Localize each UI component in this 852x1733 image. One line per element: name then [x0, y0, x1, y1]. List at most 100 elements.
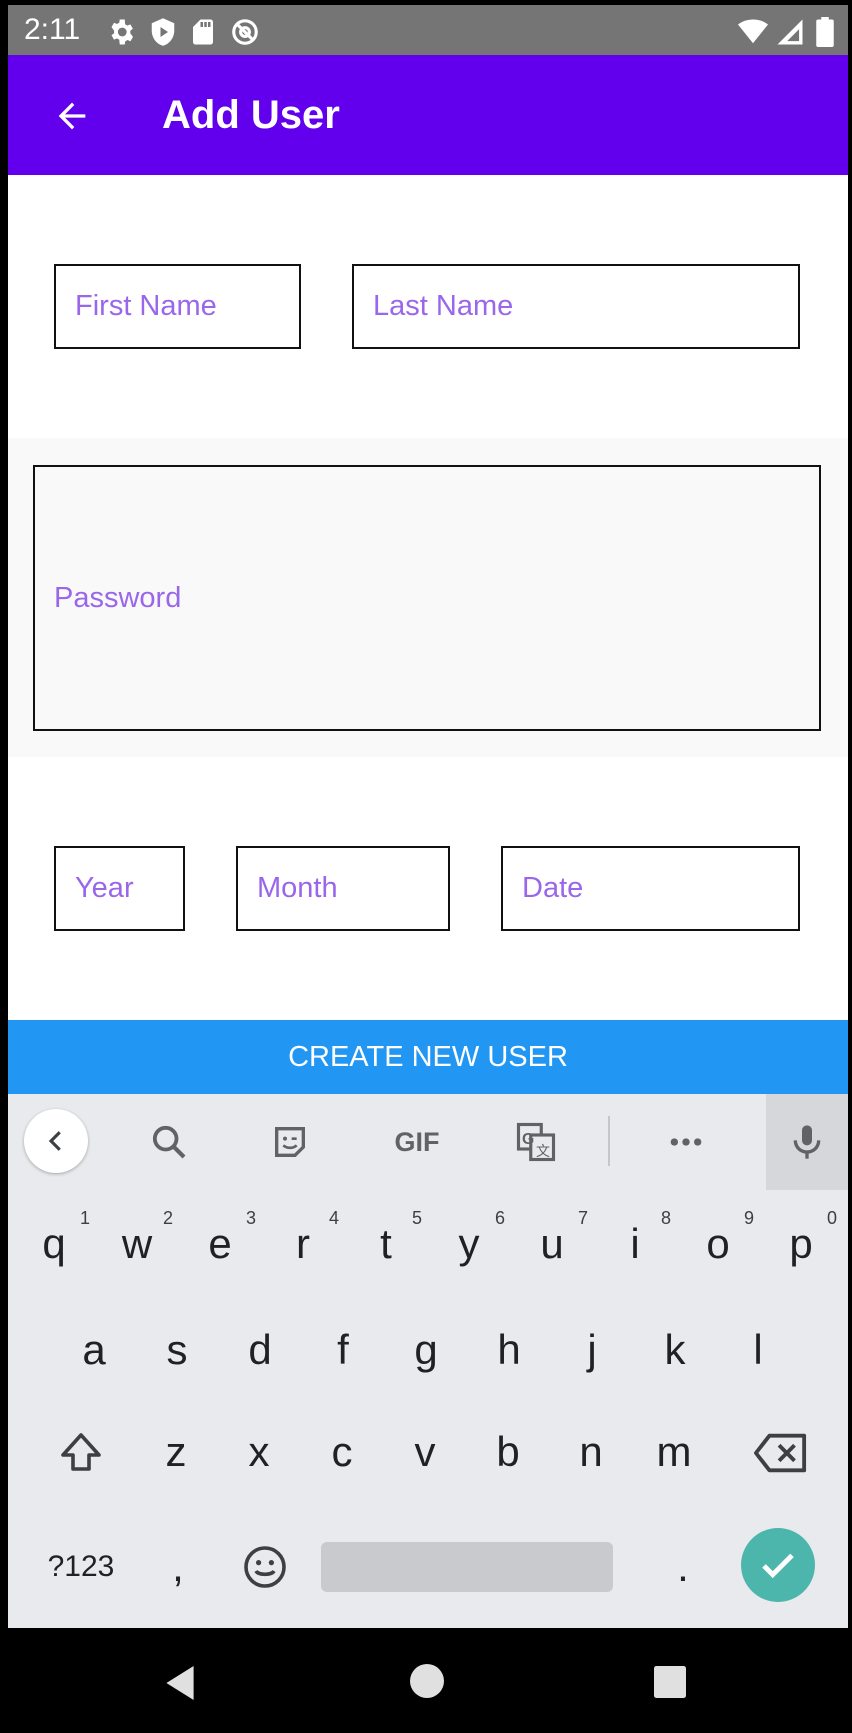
enter-key[interactable]: [741, 1528, 815, 1602]
key-q[interactable]: q1: [12, 1204, 96, 1284]
page-title: Add User: [162, 93, 340, 137]
key-hint: 8: [660, 1208, 671, 1228]
key-z[interactable]: z: [134, 1412, 218, 1492]
key-w[interactable]: w2: [95, 1204, 179, 1284]
year-input[interactable]: [56, 848, 183, 929]
first-name-input[interactable]: [56, 266, 299, 347]
create-new-user-button[interactable]: CREATE NEW USER: [8, 1020, 848, 1094]
key-label: e: [208, 1220, 232, 1267]
back-button[interactable]: [46, 91, 102, 141]
date-field[interactable]: [501, 846, 800, 931]
translate-button[interactable]: G 文: [512, 1118, 560, 1166]
svg-text:文: 文: [536, 1143, 550, 1159]
backspace-icon: [754, 1433, 807, 1473]
translate-icon: G 文: [516, 1122, 556, 1162]
key-p[interactable]: p0: [759, 1204, 843, 1284]
key-l[interactable]: l: [716, 1310, 800, 1390]
signal-icon: [777, 19, 803, 45]
nav-home-icon[interactable]: [410, 1664, 444, 1698]
key-label: w: [121, 1220, 153, 1267]
battery-icon: [816, 17, 834, 47]
key-t[interactable]: t5: [344, 1204, 428, 1284]
navigation-bar: [8, 1628, 848, 1733]
key-label: i: [630, 1220, 640, 1267]
key-g[interactable]: g: [384, 1310, 468, 1390]
key-y[interactable]: y6: [427, 1204, 511, 1284]
more-options-button[interactable]: [662, 1118, 710, 1166]
collapse-toolbar-button[interactable]: [24, 1109, 88, 1173]
key-j[interactable]: j: [550, 1310, 634, 1390]
sticker-button[interactable]: [266, 1118, 314, 1166]
shift-icon: [61, 1433, 101, 1471]
key-a[interactable]: a: [52, 1310, 136, 1390]
first-name-field[interactable]: [54, 264, 301, 349]
date-input[interactable]: [503, 848, 798, 929]
key-v[interactable]: v: [383, 1412, 467, 1492]
password-input[interactable]: [35, 467, 819, 729]
key-label: q: [42, 1220, 66, 1267]
toolbar-divider: [608, 1116, 610, 1166]
key-x[interactable]: x: [217, 1412, 301, 1492]
key-d[interactable]: d: [218, 1310, 302, 1390]
search-button[interactable]: [145, 1118, 193, 1166]
screen-border-right: [848, 0, 852, 1733]
key-hint: 0: [826, 1208, 837, 1228]
sticker-icon: [275, 1127, 305, 1157]
key-i[interactable]: i8: [593, 1204, 677, 1284]
key-hint: 1: [79, 1208, 90, 1228]
key-hint: 7: [577, 1208, 588, 1228]
last-name-input[interactable]: [354, 266, 798, 347]
comma-key[interactable]: ,: [148, 1532, 208, 1602]
more-icon: [670, 1138, 702, 1146]
month-input[interactable]: [238, 848, 448, 929]
nav-recents-icon[interactable]: [654, 1666, 686, 1698]
gear-icon: [111, 19, 133, 45]
month-field[interactable]: [236, 846, 450, 931]
key-label: u: [540, 1220, 564, 1267]
key-hint: 4: [328, 1208, 339, 1228]
arrow-back-icon: [58, 102, 86, 130]
key-n[interactable]: n: [549, 1412, 633, 1492]
mic-icon: [793, 1125, 821, 1159]
key-o[interactable]: o9: [676, 1204, 760, 1284]
key-hint: 6: [494, 1208, 505, 1228]
space-key[interactable]: [321, 1542, 613, 1592]
year-field[interactable]: [54, 846, 185, 931]
key-label: t: [380, 1220, 392, 1267]
key-f[interactable]: f: [301, 1310, 385, 1390]
voice-input-button[interactable]: [783, 1118, 831, 1166]
key-s[interactable]: s: [135, 1310, 219, 1390]
key-hint: 5: [411, 1208, 422, 1228]
password-field[interactable]: [33, 465, 821, 731]
backspace-key[interactable]: [748, 1418, 814, 1488]
shift-key[interactable]: [48, 1418, 114, 1488]
key-label: o: [706, 1220, 730, 1267]
emoji-icon: [244, 1546, 286, 1588]
app-bar: Add User: [8, 55, 848, 175]
shield-icon: [151, 18, 175, 46]
emoji-key[interactable]: [232, 1532, 298, 1602]
key-h[interactable]: h: [467, 1310, 551, 1390]
search-icon: [152, 1125, 186, 1159]
key-b[interactable]: b: [466, 1412, 550, 1492]
status-time: 2:11: [24, 13, 81, 46]
key-k[interactable]: k: [633, 1310, 717, 1390]
key-u[interactable]: u7: [510, 1204, 594, 1284]
chevron-left-icon: [48, 1131, 61, 1151]
keyboard-toolbar: GIF G 文: [8, 1094, 848, 1190]
last-name-field[interactable]: [352, 264, 800, 349]
symbols-key[interactable]: ?123: [32, 1532, 130, 1602]
key-c[interactable]: c: [300, 1412, 384, 1492]
key-hint: 3: [245, 1208, 256, 1228]
nav-back-icon[interactable]: [163, 1664, 197, 1702]
key-label: y: [458, 1220, 480, 1267]
screen-border-left: [0, 0, 8, 1733]
key-e[interactable]: e3: [178, 1204, 262, 1284]
checkmark-icon: [762, 1553, 794, 1579]
period-key[interactable]: .: [648, 1532, 718, 1602]
svg-text:G: G: [522, 1131, 534, 1148]
key-m[interactable]: m: [632, 1412, 716, 1492]
gif-button[interactable]: GIF: [386, 1118, 448, 1166]
key-r[interactable]: r4: [261, 1204, 345, 1284]
key-label: p: [789, 1220, 813, 1267]
